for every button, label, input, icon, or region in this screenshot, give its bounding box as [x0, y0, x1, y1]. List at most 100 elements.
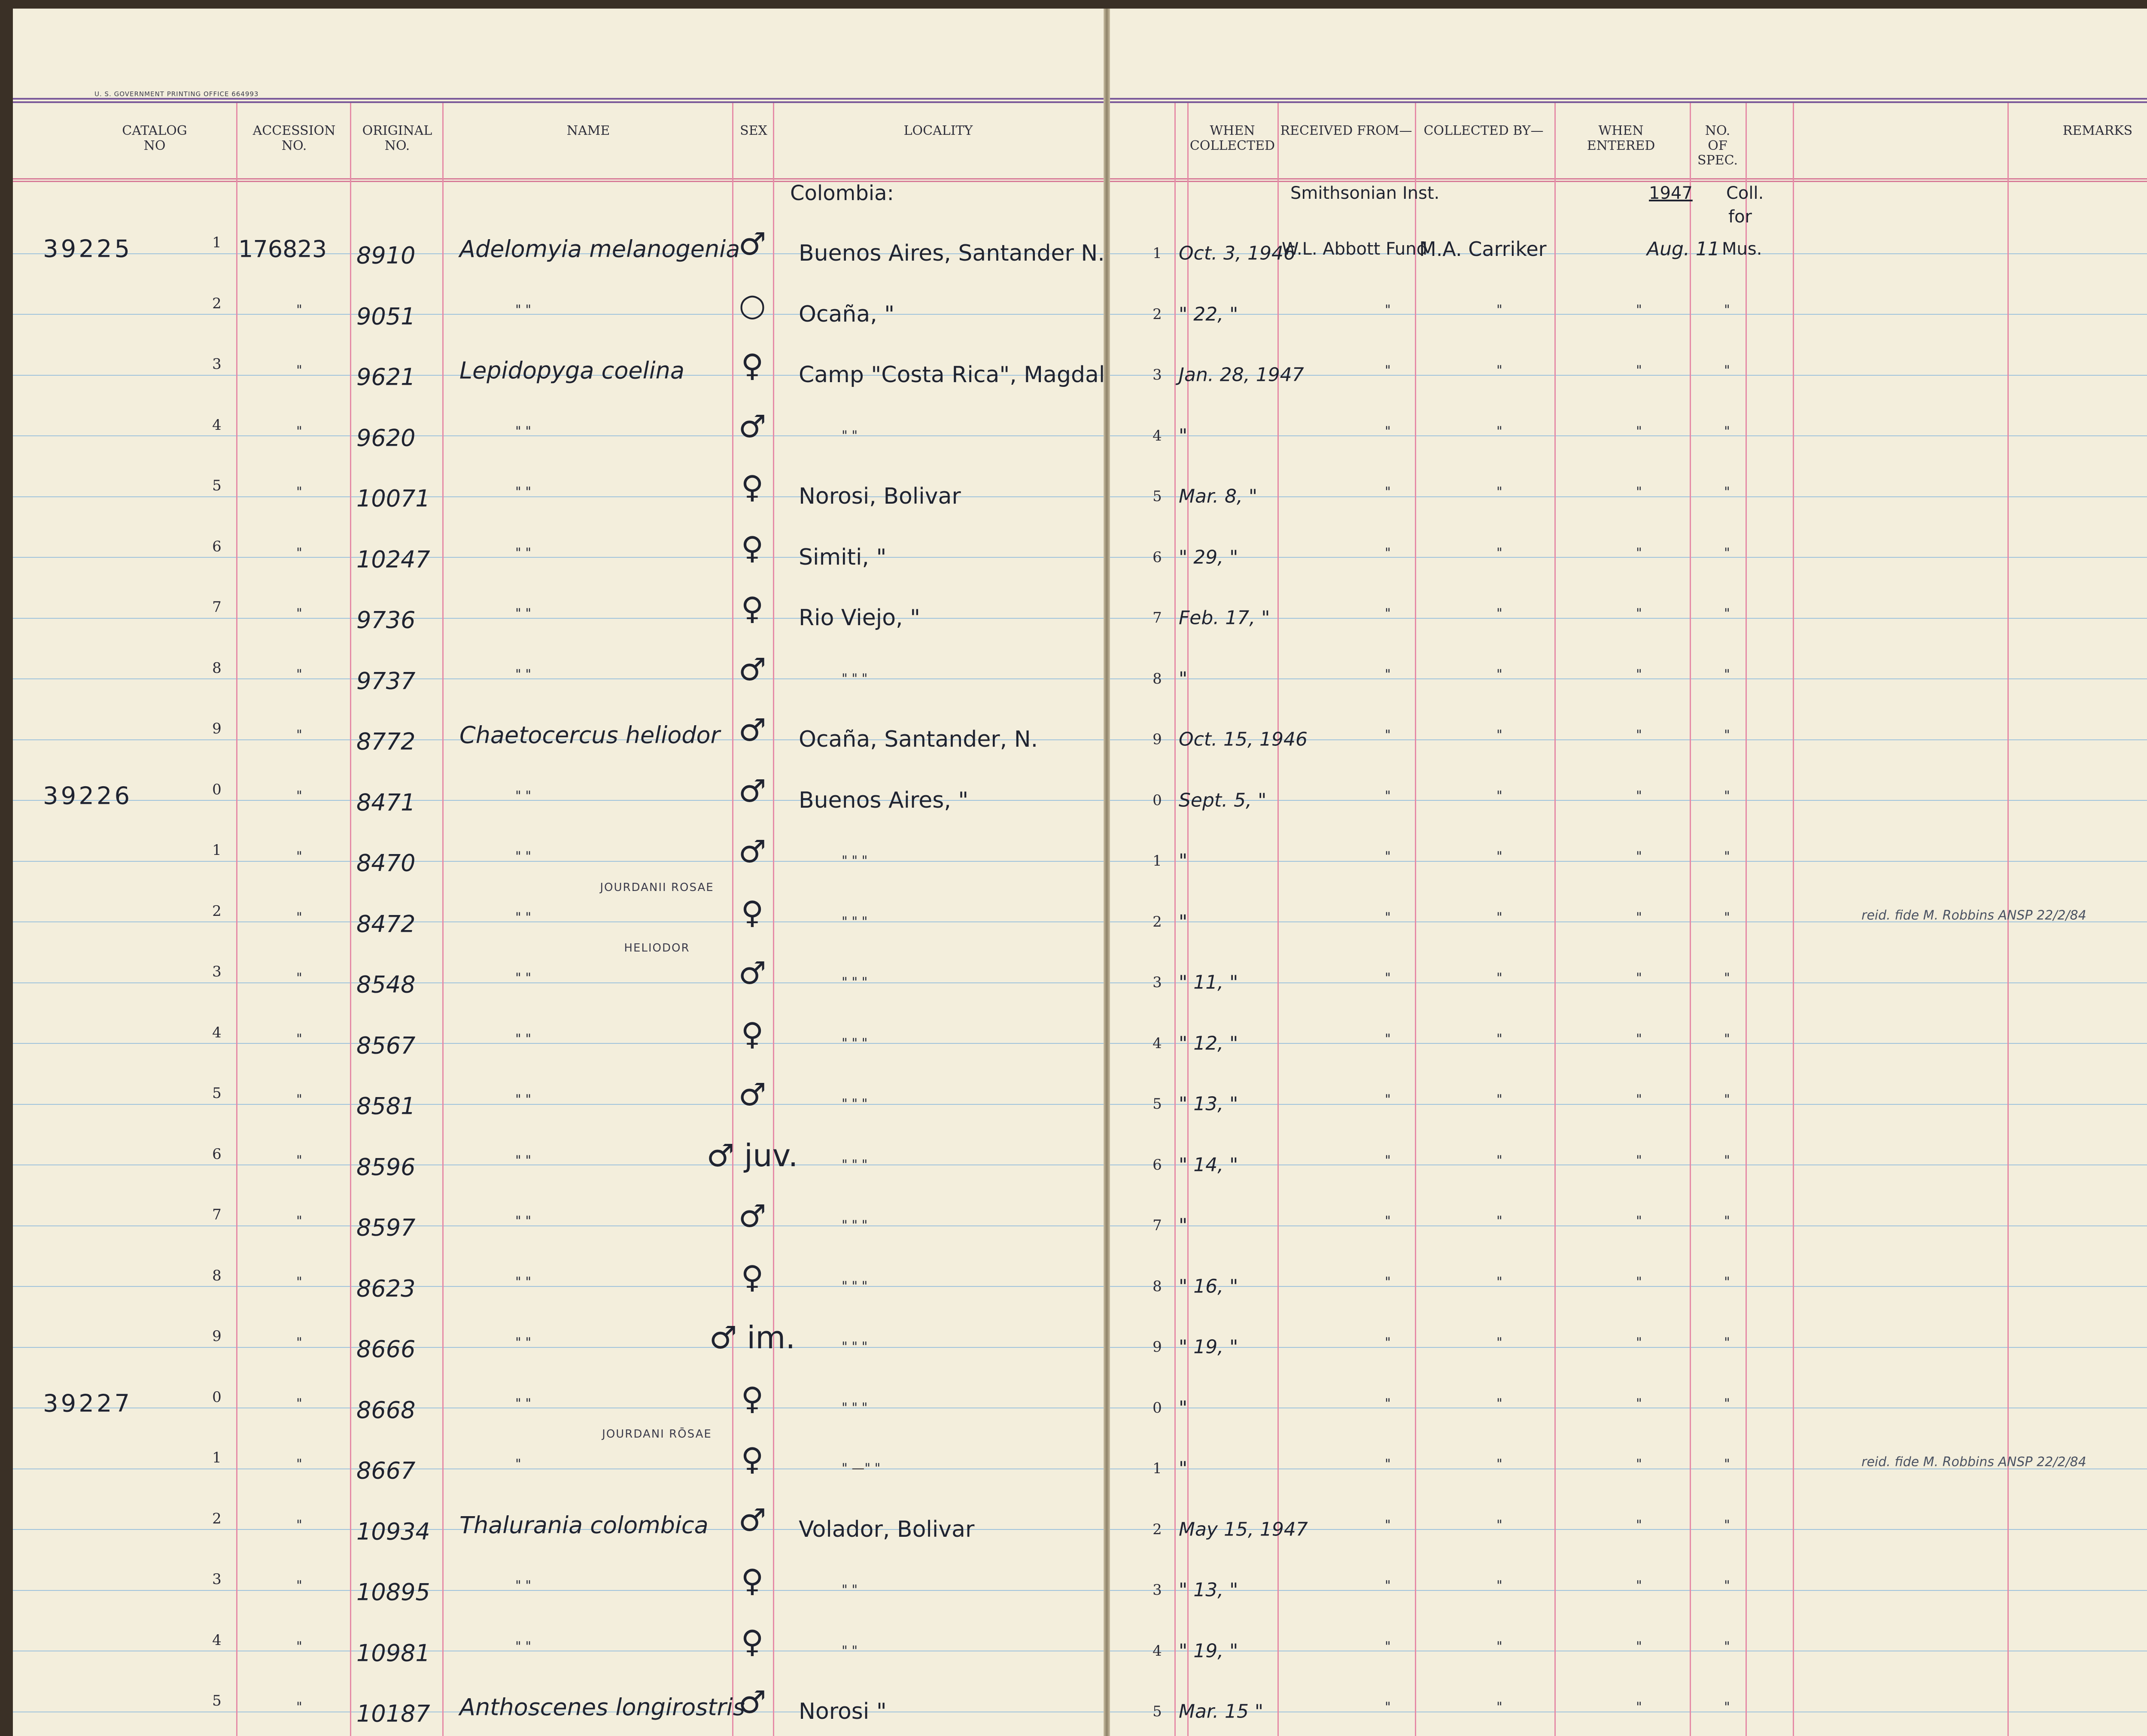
ruled-line — [1110, 1347, 2147, 1348]
column-header-sex: SEX — [740, 123, 767, 138]
row-number: 4 — [212, 1631, 222, 1649]
sex-symbol: ♀ — [741, 469, 764, 505]
sex-symbol: ♂ — [738, 712, 766, 748]
when-entered: " — [1636, 302, 1642, 317]
row-number-right: 7 — [1153, 609, 1162, 626]
row-number-right: 1 — [1153, 852, 1162, 870]
sex-symbol: ♀ — [741, 1623, 764, 1660]
accession-number: " — [296, 302, 302, 317]
accession-number: " — [296, 1517, 302, 1532]
when-collected: " 14, " — [1179, 1154, 1238, 1176]
received-from: " — [1385, 1031, 1391, 1046]
number-of-specimens: " — [1724, 302, 1730, 317]
ruled-line — [1110, 860, 2147, 862]
species-name: " " — [515, 545, 532, 560]
locality: Volador, Bolivar — [799, 1516, 975, 1542]
when-entered: " — [1636, 1700, 1642, 1715]
row-number-right: 6 — [1153, 548, 1162, 566]
collected-by: " — [1496, 1335, 1502, 1350]
accession-number: " — [296, 1396, 302, 1411]
species-name: Adelomyia melanogenia — [459, 235, 740, 263]
column-rule — [1746, 103, 1747, 1736]
entered-year-note: 1947 — [1649, 183, 1693, 203]
collected-by: " — [1496, 606, 1502, 621]
when-collected: " 11, " — [1179, 971, 1238, 994]
when-entered: " — [1636, 1517, 1642, 1532]
number-of-specimens: " — [1724, 1274, 1730, 1289]
original-number: 8596 — [356, 1153, 416, 1180]
sex-symbol: ♀ — [741, 1380, 764, 1417]
locality: Ocaña, Santander, N. — [799, 727, 1038, 752]
row-number: 5 — [212, 477, 222, 494]
received-from: " — [1385, 727, 1391, 743]
species-name: " " — [515, 1213, 532, 1229]
when-collected: " 19, " — [1179, 1336, 1238, 1358]
number-of-specimens: " — [1724, 667, 1730, 682]
accession-number: " — [296, 788, 302, 803]
row-number: 0 — [212, 1388, 222, 1406]
number-of-specimens: " — [1724, 484, 1730, 500]
when-entered: " — [1636, 1092, 1642, 1107]
row-number-right: 5 — [1153, 488, 1162, 505]
row-number: 8 — [212, 659, 222, 677]
species-name: " " — [515, 1031, 532, 1046]
row-number: 3 — [212, 356, 222, 373]
header-rule-top — [1110, 98, 2147, 100]
collected-by: " — [1496, 545, 1502, 560]
ledger-book: U. S. GOVERNMENT PRINTING OFFICE 664993 … — [13, 9, 2147, 1736]
row-number: 6 — [212, 1145, 222, 1163]
received-from: " — [1385, 1153, 1391, 1168]
when-entered: " — [1636, 788, 1642, 803]
ruled-line — [13, 860, 1104, 862]
ruled-line — [1110, 1043, 2147, 1044]
received-from: " — [1385, 1456, 1391, 1472]
ruled-line — [13, 982, 1104, 983]
column-header-received-from: RECEIVED FROM— — [1280, 123, 1412, 138]
received-from: " — [1385, 1335, 1391, 1350]
when-entered: " — [1636, 1396, 1642, 1411]
species-name: " " — [515, 1092, 532, 1107]
accession-number: 176823 — [238, 235, 327, 263]
original-number: 8548 — [356, 971, 416, 998]
sex-symbol: ♂ — [738, 1198, 766, 1234]
number-of-specimens: " — [1724, 1578, 1730, 1593]
row-number-right: 2 — [1153, 305, 1162, 323]
row-number: 4 — [212, 1024, 222, 1041]
species-name: " " — [515, 849, 532, 864]
row-number-right: 5 — [1153, 1095, 1162, 1113]
collected-by: " — [1496, 788, 1502, 803]
row-number-right: 8 — [1153, 670, 1162, 687]
row-number-right: 5 — [1153, 1703, 1162, 1720]
received-from: W.L. Abbott Fund — [1282, 239, 1428, 259]
locality: Rio Viejo, " — [799, 605, 921, 631]
sex-symbol: ♂ — [738, 1684, 766, 1720]
received-from: " — [1385, 970, 1391, 986]
original-number: 10187 — [356, 1700, 430, 1727]
sex-symbol: ♂ — [738, 408, 766, 444]
header-rule-top — [13, 98, 1104, 100]
header-rule-top-2 — [13, 101, 1104, 103]
sex-symbol: ♀ — [741, 529, 764, 566]
when-entered: " — [1636, 1456, 1642, 1472]
column-rule — [442, 103, 444, 1736]
number-of-specimens: " — [1724, 1517, 1730, 1532]
row-number-right: 0 — [1153, 1399, 1162, 1417]
sex-symbol: ♂ — [738, 1076, 766, 1113]
when-entered: " — [1636, 849, 1642, 864]
when-entered: " — [1636, 1639, 1642, 1654]
row-number-right: 7 — [1153, 1217, 1162, 1234]
row-number-right: 4 — [1153, 427, 1162, 444]
when-collected: " — [1179, 1397, 1188, 1419]
original-number: 9620 — [356, 424, 416, 451]
original-number: 8772 — [356, 728, 416, 755]
locality: Norosi, Bolivar — [799, 483, 961, 509]
ruled-line — [13, 921, 1104, 922]
ruled-line — [1110, 314, 2147, 315]
original-number: 8910 — [356, 242, 416, 269]
original-number: 8666 — [356, 1335, 416, 1363]
original-number: 10247 — [356, 546, 430, 573]
row-number: 5 — [212, 1692, 222, 1709]
species-name: Lepidopyga coelina — [459, 357, 684, 384]
accession-number: " — [296, 1031, 302, 1046]
ruled-line — [13, 1286, 1104, 1287]
